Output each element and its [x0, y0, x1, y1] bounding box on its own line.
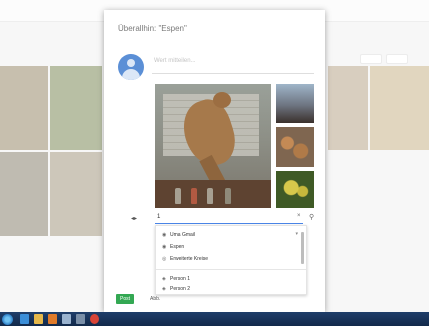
media-icon[interactable]: [48, 314, 57, 324]
photo-bottle: [207, 188, 213, 204]
taskbar: [0, 312, 429, 326]
start-icon[interactable]: [2, 314, 13, 325]
clear-icon[interactable]: ×: [297, 213, 301, 219]
post-button[interactable]: Post: [116, 294, 134, 304]
avatar: [118, 54, 144, 80]
person-icon: ◈: [162, 276, 166, 282]
dropdown-item[interactable]: ◉ Espen: [162, 242, 184, 252]
explorer-icon[interactable]: [62, 314, 71, 324]
chrome-icon[interactable]: [90, 314, 99, 324]
dropdown-item[interactable]: ◉ Uma Gmail: [162, 230, 195, 240]
avatar-head: [127, 59, 135, 67]
avatar-body: [122, 69, 140, 80]
dialog-title: Überallhin: "Espen": [118, 24, 187, 33]
dropdown-item[interactable]: ◈ Person 1: [162, 274, 190, 284]
photo-bottle: [175, 188, 181, 204]
dropdown-separator: [156, 269, 306, 270]
folder-icon[interactable]: [34, 314, 43, 324]
dropdown-item-label: Person 1: [170, 276, 191, 282]
share-with-input[interactable]: 1: [155, 214, 303, 224]
comment-field[interactable]: Wert mitteilen...: [152, 52, 314, 74]
dropdown-item-label: Uma Gmail: [170, 232, 196, 238]
photo-bottle: [191, 188, 197, 204]
share-dropdown: ◉ Uma Gmail ▾ ◉ Espen ◎ Erweiterte Kreis…: [155, 225, 307, 295]
attached-photo-main[interactable]: [155, 84, 271, 208]
dropdown-scrollbar[interactable]: [301, 232, 304, 264]
search-icon[interactable]: ⚲: [309, 213, 314, 221]
photo-shelf: [155, 180, 271, 208]
app-icon[interactable]: [76, 314, 85, 324]
person-icon: ◈: [162, 286, 166, 292]
photo-bird-head: [213, 92, 231, 108]
dropdown-item[interactable]: ◎ Erweiterte Kreise: [162, 254, 208, 264]
attached-photo-thumb[interactable]: [276, 127, 314, 167]
dropdown-item-label: Espen: [170, 244, 185, 250]
people-icon: ◉: [162, 232, 167, 238]
expand-arrow-icon[interactable]: ◂▸: [131, 215, 137, 222]
attached-photo-thumb[interactable]: [276, 84, 314, 123]
attached-photo-thumb[interactable]: [276, 171, 314, 208]
photo-bottle: [225, 188, 231, 204]
caret-icon[interactable]: ▾: [295, 231, 298, 237]
circles-icon: ◎: [162, 256, 167, 262]
dropdown-item-label: Erweiterte Kreise: [170, 256, 209, 262]
cancel-button[interactable]: Abb.: [150, 294, 160, 304]
share-dialog: Überallhin: "Espen" Wert mitteilen... ◂▸…: [104, 10, 325, 312]
dropdown-item-label: Person 2: [170, 286, 191, 292]
circle-icon: ◉: [162, 244, 167, 250]
dropdown-item[interactable]: ◈ Person 2: [162, 284, 190, 294]
ie-icon[interactable]: [20, 314, 29, 324]
